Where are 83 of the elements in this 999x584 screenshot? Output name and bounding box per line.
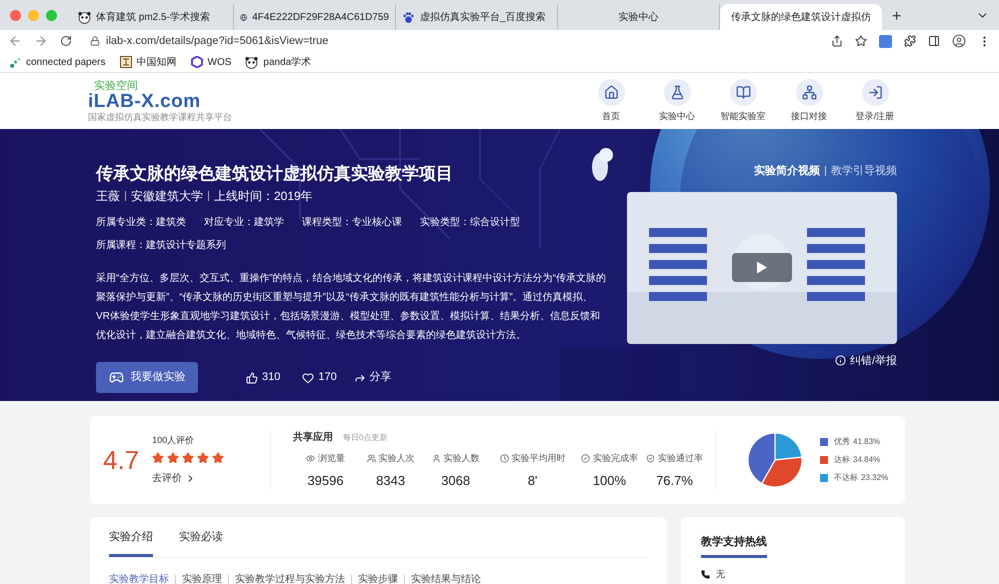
intro-tab[interactable]: 实验必读 xyxy=(179,529,223,556)
eye-icon xyxy=(306,454,316,464)
tab-title: 虚拟仿真实验平台_百度搜索 xyxy=(420,10,546,24)
legend-value: 34.84% xyxy=(853,454,880,466)
metric-label: 实验平均用时 xyxy=(512,452,566,465)
new-tab-button[interactable]: + xyxy=(882,4,912,30)
section-link[interactable]: 实验原理 xyxy=(182,572,222,584)
home-icon xyxy=(604,84,618,100)
seal-icon xyxy=(120,56,132,68)
review-count: 100人评价 xyxy=(152,434,196,447)
metric-value: 3068 xyxy=(441,472,470,490)
star-icon xyxy=(182,452,194,464)
star-icon xyxy=(167,452,180,464)
star-icon xyxy=(152,452,164,464)
nav-item[interactable]: 登录/注册 xyxy=(851,78,899,124)
check-circle-icon xyxy=(580,454,590,464)
flask-icon xyxy=(670,84,684,100)
profile-icon[interactable] xyxy=(952,34,966,48)
legend-label: 不达标 xyxy=(834,472,858,484)
url-text: ilab-x.com/details/page?id=5061&isView=true xyxy=(106,34,328,49)
dots-icon xyxy=(10,56,21,68)
bookmark-link[interactable]: panda学术 xyxy=(245,54,312,70)
section-link[interactable]: 实验结果与结论 xyxy=(411,572,481,584)
bookmark-link[interactable]: 中国知网 xyxy=(120,54,177,70)
metric-value: 76.7% xyxy=(656,472,693,490)
legend-value: 41.83% xyxy=(853,436,880,448)
section-link[interactable]: 实验教学目标 xyxy=(109,572,169,584)
bookmark-icon[interactable] xyxy=(855,35,867,47)
metric-label: 实验人数 xyxy=(444,452,480,465)
review-link[interactable]: 去评价 xyxy=(152,471,224,486)
star-icon xyxy=(197,452,210,464)
nav-item[interactable]: 接口对接 xyxy=(785,78,833,124)
nav-item[interactable]: 智能实验室 xyxy=(719,78,767,124)
metric-label: 实验通过率 xyxy=(658,452,703,465)
metric-label: 实验完成率 xyxy=(592,452,638,465)
side-panel-icon[interactable] xyxy=(928,35,940,47)
paw-icon xyxy=(402,10,415,24)
legend-label: 达标 xyxy=(834,454,850,466)
metric-value: 39596 xyxy=(307,472,344,490)
tab-title: 4F4E222DF29F28A4C61D759 xyxy=(252,10,389,24)
legend-value: 23.32% xyxy=(861,472,888,484)
tab-title: 传承文脉的绿色建筑设计虚拟仿 xyxy=(731,10,871,24)
shield-icon xyxy=(646,454,655,464)
metric-label: 实验人次 xyxy=(378,452,415,465)
legend-label: 优秀 xyxy=(834,436,850,448)
bookmark-link[interactable]: connected papers xyxy=(10,54,106,70)
site-logo[interactable]: 实验空间 iLAB-X.com 国家虚拟仿真实验教学课程共享平台 xyxy=(88,80,232,122)
metric-value: 100% xyxy=(592,472,626,490)
clock-icon xyxy=(500,454,509,464)
bookmark-link[interactable]: WOS xyxy=(190,54,232,70)
forward-icon[interactable] xyxy=(34,34,48,48)
reload-icon[interactable] xyxy=(60,35,72,47)
section-link[interactable]: 实验步骤 xyxy=(358,572,398,584)
tab-title: 体育建筑 pm2.5-学术搜索 xyxy=(96,10,210,24)
section-link[interactable]: 实验教学过程与实验方法 xyxy=(235,572,345,584)
book-icon xyxy=(736,84,750,100)
metric-value: 8343 xyxy=(376,472,406,490)
network-icon xyxy=(802,84,816,100)
metric-label: 浏览量 xyxy=(318,452,346,465)
tab-title: 实验中心 xyxy=(618,10,658,24)
phone-number: 无 xyxy=(716,568,725,580)
panda-icon xyxy=(245,56,258,68)
browser-tab[interactable]: 传承文脉的绿色建筑设计虚拟仿 xyxy=(720,4,882,30)
user-icon xyxy=(432,454,441,464)
hotline-title: 教学支持热线 xyxy=(701,534,767,558)
intro-tab[interactable]: 实验介绍 xyxy=(109,529,153,556)
metric-value: 8' xyxy=(528,472,538,490)
users-icon xyxy=(366,454,376,464)
nav-item[interactable]: 实验中心 xyxy=(653,78,701,124)
login-icon xyxy=(868,84,882,100)
translate-icon[interactable] xyxy=(879,34,892,48)
phone-icon xyxy=(701,570,710,579)
panda-icon xyxy=(78,10,91,24)
back-icon[interactable] xyxy=(8,34,22,48)
nav-item[interactable]: 首页 xyxy=(587,78,635,124)
share-icon[interactable] xyxy=(831,35,843,47)
rating-score: 4.7 xyxy=(103,444,140,476)
section-heading: 共享应用 xyxy=(293,430,333,445)
star-icon xyxy=(212,452,224,464)
lock-icon xyxy=(90,36,100,46)
hexagon-icon xyxy=(190,56,203,68)
update-note: 每日0点更新 xyxy=(343,432,388,444)
extension-icon[interactable] xyxy=(904,35,916,47)
